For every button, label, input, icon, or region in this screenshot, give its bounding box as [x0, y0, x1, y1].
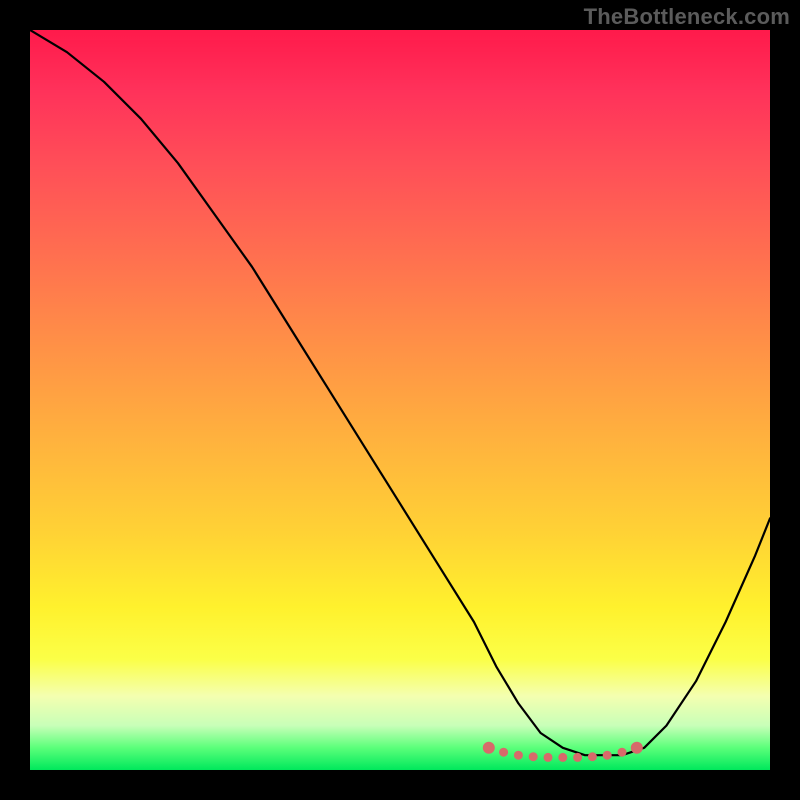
curve-layer [30, 30, 770, 770]
plot-area [30, 30, 770, 770]
marker-dot [588, 752, 597, 761]
marker-dot [544, 753, 553, 762]
marker-dot [514, 751, 523, 760]
marker-dot [558, 753, 567, 762]
flat-region-markers [483, 742, 643, 762]
marker-dot [631, 742, 643, 754]
chart-frame: TheBottleneck.com [0, 0, 800, 800]
marker-dot [499, 748, 508, 757]
marker-dot [603, 751, 612, 760]
marker-dot [618, 748, 627, 757]
watermark-text: TheBottleneck.com [584, 4, 790, 30]
marker-dot [529, 752, 538, 761]
marker-dot [573, 753, 582, 762]
bottleneck-curve [30, 30, 770, 755]
marker-dot [483, 742, 495, 754]
